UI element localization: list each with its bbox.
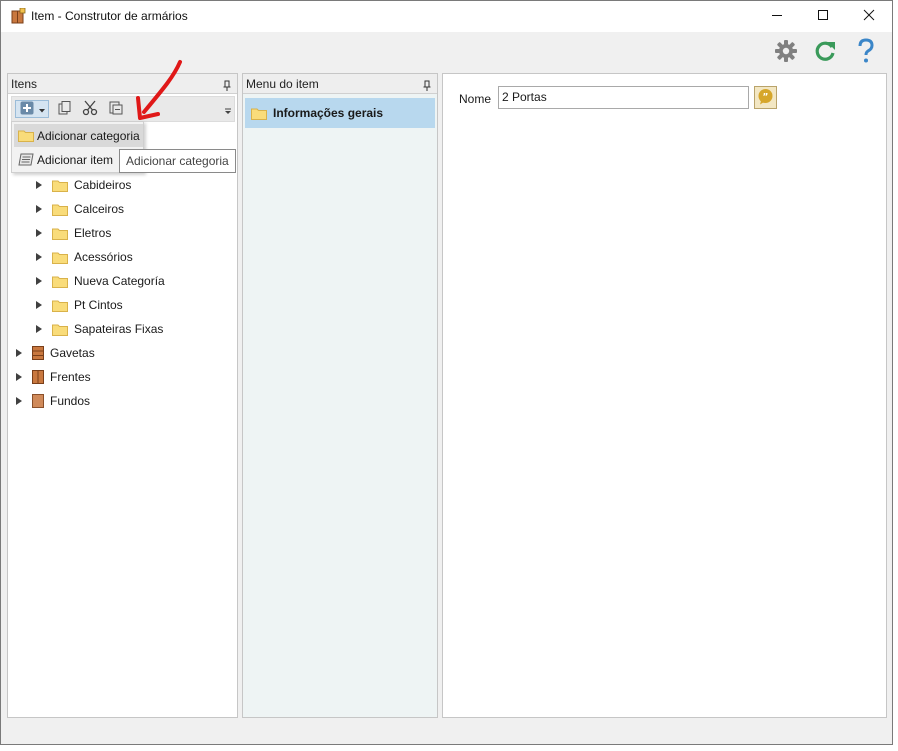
tree-item-sapateiras-fixas[interactable]: Sapateiras Fixas (34, 319, 163, 339)
window-title: Item - Construtor de armários (31, 9, 188, 23)
minimize-button[interactable] (754, 1, 800, 32)
settings-button[interactable] (772, 38, 800, 66)
close-icon (863, 9, 875, 24)
add-menu-button[interactable] (15, 100, 49, 118)
detail-panel: Nome 2 Portas ” (442, 73, 887, 718)
expand-arrow-icon[interactable] (34, 271, 44, 291)
paste-icon (109, 101, 123, 118)
add-icon (20, 101, 34, 118)
pin-icon[interactable] (223, 78, 231, 91)
tree-item-label: Cabideiros (74, 178, 132, 192)
door-icon (32, 370, 44, 384)
item-menu-panel: Menu do item Informações gerais (242, 73, 438, 718)
folder-icon (52, 203, 68, 216)
title-bar: Item - Construtor de armários (1, 1, 892, 32)
paste-button[interactable] (107, 100, 125, 118)
tree-item-label: Eletros (74, 226, 112, 240)
panel-icon (32, 394, 44, 408)
folder-icon (52, 179, 68, 192)
dropdown-arrow-icon (38, 102, 45, 116)
tree-item-label: Pt Cintos (74, 298, 123, 312)
name-label: Nome (459, 92, 492, 106)
tree-item-label: Fundos (50, 394, 91, 408)
close-button[interactable] (846, 1, 892, 32)
expand-arrow-icon[interactable] (34, 175, 44, 195)
folder-icon (52, 251, 68, 264)
tree-item-label: Nueva Categoría (74, 274, 165, 288)
translate-button[interactable]: ” (754, 86, 777, 109)
toolbar-overflow-button[interactable] (223, 100, 233, 118)
add-category-menu-item[interactable]: Adicionar categoria (14, 124, 143, 147)
tree-item-eletros[interactable]: Eletros (34, 223, 111, 243)
tree-item-label: Calceiros (74, 202, 125, 216)
tree-item-cabideiros[interactable]: Cabideiros (34, 175, 131, 195)
gear-icon (774, 39, 798, 66)
pin-icon[interactable] (423, 78, 431, 91)
tree-item-fundos[interactable]: Fundos (14, 391, 90, 411)
expand-arrow-icon[interactable] (34, 223, 44, 243)
expand-arrow-icon[interactable] (14, 343, 24, 363)
copy-icon (58, 100, 72, 118)
menu-item-general-info[interactable]: Informações gerais (245, 98, 435, 128)
expand-arrow-icon[interactable] (14, 367, 24, 387)
add-category-label: Adicionar categoria (37, 128, 140, 143)
main-toolbar (1, 32, 892, 72)
item-icon (18, 153, 34, 166)
tree-item-gavetas[interactable]: Gavetas (14, 343, 95, 363)
expand-arrow-icon[interactable] (34, 295, 44, 315)
item-menu-panel-header: Menu do item (243, 74, 437, 94)
folder-icon (52, 275, 68, 288)
expand-arrow-icon[interactable] (34, 319, 44, 339)
drawer-icon (32, 346, 44, 360)
tree-item-acessorios[interactable]: Acessórios (34, 247, 133, 267)
svg-text:”: ” (763, 92, 769, 102)
item-menu-panel-title: Menu do item (246, 77, 319, 91)
copy-button[interactable] (56, 100, 74, 118)
app-window: Item - Construtor de armários Itens Adic… (0, 0, 893, 745)
refresh-button[interactable] (811, 38, 839, 66)
tree-item-label: Gavetas (50, 346, 95, 360)
tree-item-frentes[interactable]: Frentes (14, 367, 91, 387)
maximize-button[interactable] (800, 1, 846, 32)
folder-icon (52, 299, 68, 312)
expand-arrow-icon[interactable] (14, 391, 24, 411)
tree-item-nueva-categoria[interactable]: Nueva Categoría (34, 271, 165, 291)
tree-item-label: Frentes (50, 370, 91, 384)
tree-item-label: Sapateiras Fixas (74, 322, 164, 336)
minimize-icon (771, 9, 783, 24)
cut-icon (82, 100, 98, 119)
items-panel: Itens Adicionar categoria Adicionar item… (7, 73, 238, 718)
wardrobe-icon (11, 7, 26, 24)
maximize-icon (817, 9, 829, 24)
tooltip: Adicionar categoria (119, 149, 236, 173)
folder-icon (18, 129, 34, 142)
expand-arrow-icon[interactable] (34, 199, 44, 219)
tree-item-label: Acessórios (74, 250, 133, 264)
add-item-label: Adicionar item (37, 152, 114, 167)
folder-icon (52, 227, 68, 240)
items-panel-header: Itens (8, 74, 237, 94)
folder-icon (251, 107, 267, 120)
name-field[interactable]: 2 Portas (498, 86, 749, 109)
help-button[interactable] (852, 37, 880, 67)
cut-button[interactable] (81, 100, 99, 118)
status-bar (1, 720, 892, 744)
translate-icon: ” (757, 88, 774, 108)
items-toolbar (11, 96, 235, 122)
expand-arrow-icon[interactable] (34, 247, 44, 267)
refresh-icon (813, 39, 837, 66)
items-panel-title: Itens (11, 77, 38, 91)
help-icon (856, 37, 876, 67)
menu-item-label: Informações gerais (273, 106, 384, 120)
folder-icon (52, 323, 68, 336)
tree-item-calceiros[interactable]: Calceiros (34, 199, 124, 219)
tree-item-pt-cintos[interactable]: Pt Cintos (34, 295, 123, 315)
